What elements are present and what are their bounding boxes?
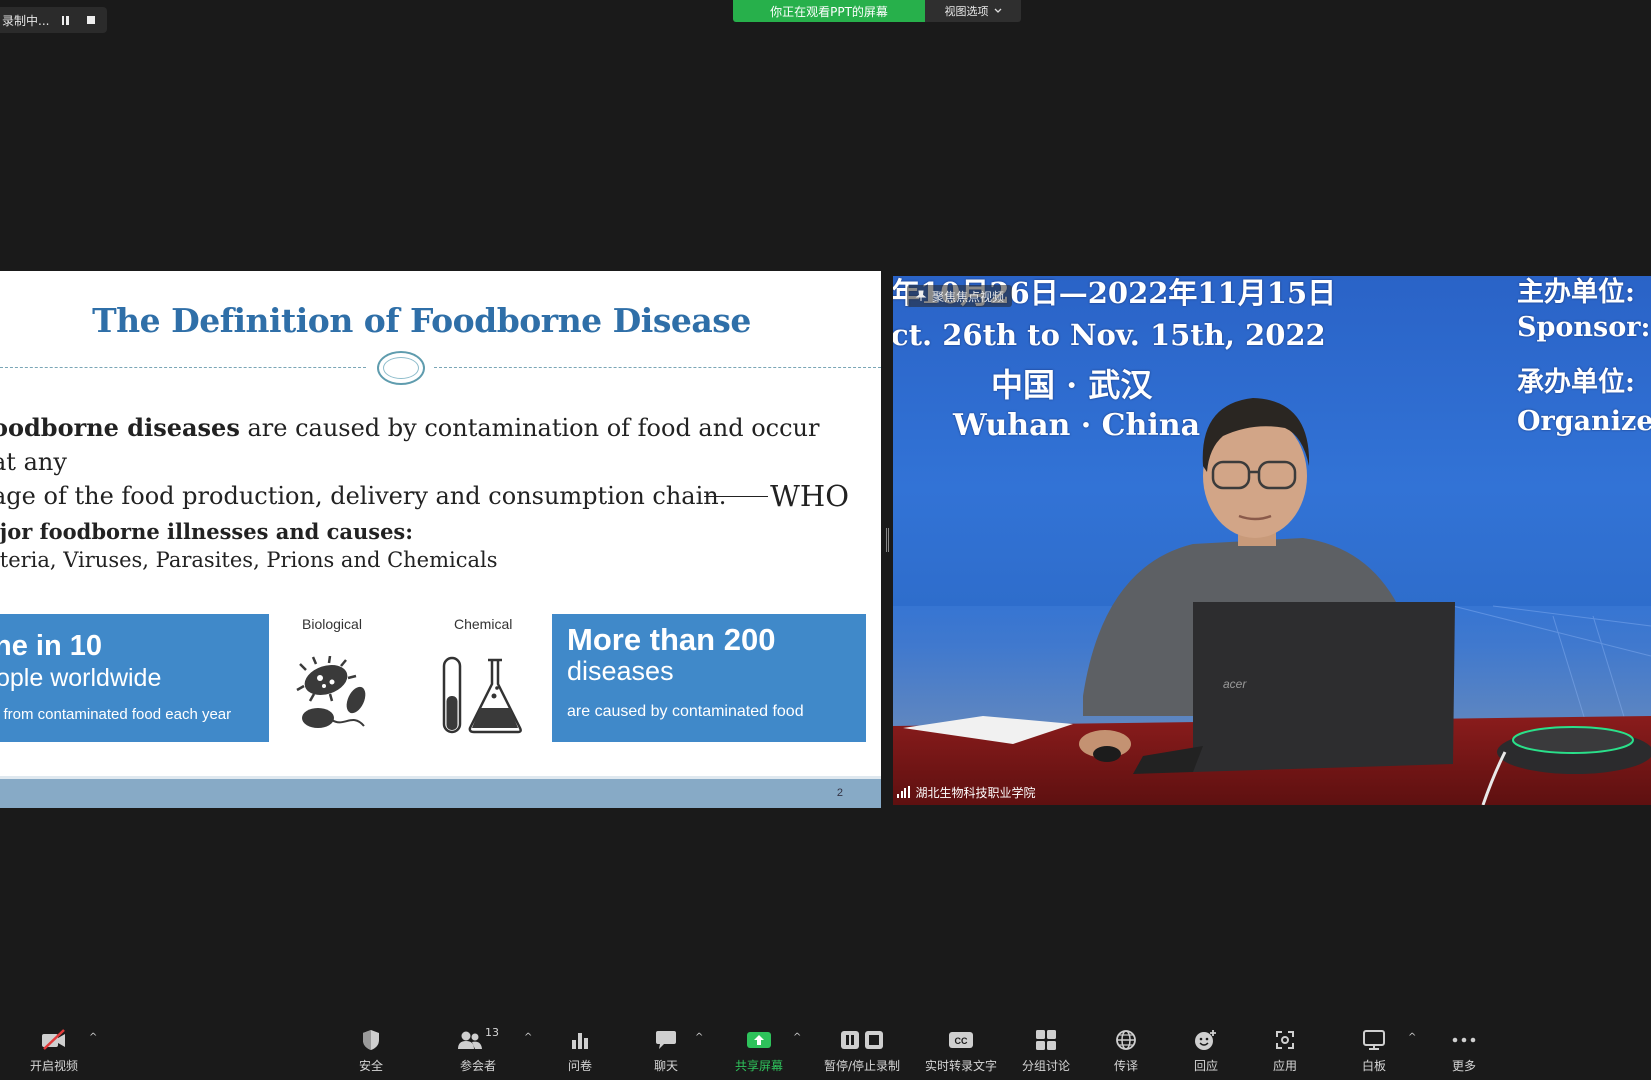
participant-name: 湖北生物科技职业学院 bbox=[915, 785, 1036, 800]
share-options-caret[interactable]: ^ bbox=[793, 1032, 801, 1043]
breakout-rooms-button[interactable]: 分组讨论 bbox=[1022, 1026, 1070, 1074]
svg-text:CC: CC bbox=[955, 1036, 968, 1046]
recording-indicator: 录制中... bbox=[0, 7, 107, 33]
title-divider-right bbox=[434, 367, 881, 368]
share-screen-icon bbox=[747, 1032, 771, 1048]
stat-box1-line1: ne in 10 bbox=[0, 630, 102, 662]
meeting-toolbar: 开启视频 ^ 安全 13 参会者 ^ 问卷 聊天 ^ 共享屏幕 ^ 暂停/停止录… bbox=[0, 1018, 1651, 1080]
stat-box2-line1: More than 200 bbox=[567, 622, 776, 657]
reactions-label: 回应 bbox=[1194, 1059, 1219, 1073]
slide-title: The Definition of Foodborne Disease bbox=[92, 301, 751, 340]
participants-label: 参会者 bbox=[459, 1059, 496, 1073]
pause-stop-recording-label: 暂停/停止录制 bbox=[824, 1059, 901, 1073]
apps-button[interactable]: 应用 bbox=[1273, 1026, 1297, 1074]
definition-bold: oodborne diseases bbox=[0, 413, 240, 442]
slide-footer: 2 bbox=[0, 776, 881, 808]
sharing-banner: 你正在观看PPT的屏幕 bbox=[733, 0, 925, 22]
bacteria-icon bbox=[296, 656, 366, 728]
signal-strength-icon bbox=[897, 785, 910, 798]
chemistry-flask-icon bbox=[442, 656, 522, 734]
bar-chart-icon bbox=[572, 1033, 588, 1049]
chat-options-caret[interactable]: ^ bbox=[695, 1032, 703, 1043]
live-transcript-button[interactable]: CC 实时转录文字 bbox=[925, 1026, 997, 1074]
pause-recording-button[interactable] bbox=[55, 10, 75, 30]
biological-label: Biological bbox=[302, 616, 362, 632]
stat-box2-line2: diseases bbox=[567, 656, 674, 686]
stat-box1-line2: ople worldwide bbox=[0, 664, 162, 692]
chevron-down-icon bbox=[994, 8, 1001, 13]
apps-icon bbox=[1276, 1031, 1294, 1049]
more-button[interactable]: 更多 bbox=[1452, 1026, 1476, 1074]
stat-box1-line3: l from contaminated food each year bbox=[0, 706, 232, 723]
chemical-label: Chemical bbox=[454, 616, 513, 632]
whiteboard-button[interactable]: 白板 bbox=[1362, 1026, 1386, 1074]
split-resize-handle[interactable] bbox=[886, 528, 889, 552]
pause-stop-recording-button[interactable]: 暂停/停止录制 bbox=[824, 1026, 900, 1074]
more-icon bbox=[1452, 1037, 1476, 1043]
whiteboard-label: 白板 bbox=[1362, 1059, 1387, 1073]
title-divider-left bbox=[0, 367, 366, 368]
stat-box2-line3: are caused by contaminated food bbox=[567, 703, 804, 720]
chat-icon bbox=[656, 1031, 676, 1049]
chat-label: 聊天 bbox=[654, 1059, 679, 1073]
spotlight-label: 聚焦焦点视频 bbox=[932, 289, 1005, 304]
more-label: 更多 bbox=[1452, 1059, 1477, 1073]
chat-button[interactable]: 聊天 bbox=[654, 1026, 678, 1074]
shield-icon bbox=[363, 1030, 379, 1050]
participant-count: 13 bbox=[485, 1026, 499, 1039]
view-options-button[interactable]: 视图选项 bbox=[925, 0, 1021, 22]
emoji-plus-icon bbox=[1195, 1030, 1216, 1050]
participants-icon bbox=[458, 1031, 482, 1049]
breakout-rooms-label: 分组讨论 bbox=[1022, 1059, 1071, 1073]
laptop-brand: acer bbox=[1223, 677, 1247, 691]
share-screen-label: 共享屏幕 bbox=[735, 1059, 784, 1073]
live-transcript-label: 实时转录文字 bbox=[925, 1059, 998, 1073]
interpretation-label: 传译 bbox=[1114, 1059, 1139, 1073]
causes-list: cteria, Viruses, Parasites, Prions and C… bbox=[0, 548, 498, 572]
attribution: WHO bbox=[704, 479, 849, 513]
closed-caption-icon: CC bbox=[949, 1032, 973, 1048]
start-video-label: 开启视频 bbox=[30, 1059, 79, 1073]
major-heading: ajor foodborne illnesses and causes: bbox=[0, 519, 414, 544]
page-number: 2 bbox=[836, 787, 843, 799]
globe-icon bbox=[1116, 1030, 1136, 1050]
recording-label: 录制中... bbox=[2, 13, 50, 28]
polls-button[interactable]: 问卷 bbox=[568, 1026, 592, 1074]
speaker-video[interactable]: 年10月26日—2022年11月15日 ct. 26th to Nov. 15t… bbox=[893, 276, 1651, 805]
video-options-caret[interactable]: ^ bbox=[89, 1032, 97, 1043]
video-off-icon bbox=[42, 1029, 65, 1050]
participants-button[interactable]: 13 参会者 bbox=[457, 1026, 499, 1074]
pin-icon bbox=[915, 290, 927, 301]
shared-slide: The Definition of Foodborne Disease oodb… bbox=[0, 271, 881, 808]
divider-ornament bbox=[377, 351, 425, 385]
stop-recording-button[interactable] bbox=[81, 10, 101, 30]
stop-icon bbox=[87, 16, 96, 24]
apps-label: 应用 bbox=[1273, 1059, 1298, 1073]
security-label: 安全 bbox=[359, 1059, 384, 1073]
attribution-text: WHO bbox=[770, 479, 849, 513]
speaker-scene: acer bbox=[893, 398, 1651, 805]
recording-controls-icon bbox=[841, 1031, 884, 1049]
participant-nameplate: 湖北生物科技职业学院 bbox=[897, 783, 1036, 801]
start-video-button[interactable]: 开启视频 bbox=[30, 1026, 78, 1074]
spotlight-indicator: 聚焦焦点视频 bbox=[907, 285, 1013, 307]
share-screen-button[interactable]: 共享屏幕 bbox=[735, 1026, 783, 1074]
breakout-rooms-icon bbox=[1036, 1030, 1056, 1050]
stat-box-one-in-ten: ne in 10 ople worldwide l from contamina… bbox=[0, 614, 269, 742]
reactions-button[interactable]: 回应 bbox=[1194, 1026, 1218, 1074]
security-button[interactable]: 安全 bbox=[359, 1026, 383, 1074]
whiteboard-options-caret[interactable]: ^ bbox=[1408, 1032, 1416, 1043]
whiteboard-icon bbox=[1363, 1030, 1385, 1050]
polls-label: 问卷 bbox=[568, 1059, 593, 1073]
pause-icon bbox=[61, 15, 69, 25]
view-options-label: 视图选项 bbox=[944, 5, 989, 18]
participants-options-caret[interactable]: ^ bbox=[524, 1032, 532, 1043]
interpretation-button[interactable]: 传译 bbox=[1114, 1026, 1138, 1074]
stat-box-200-diseases: More than 200 diseases are caused by con… bbox=[552, 614, 866, 742]
